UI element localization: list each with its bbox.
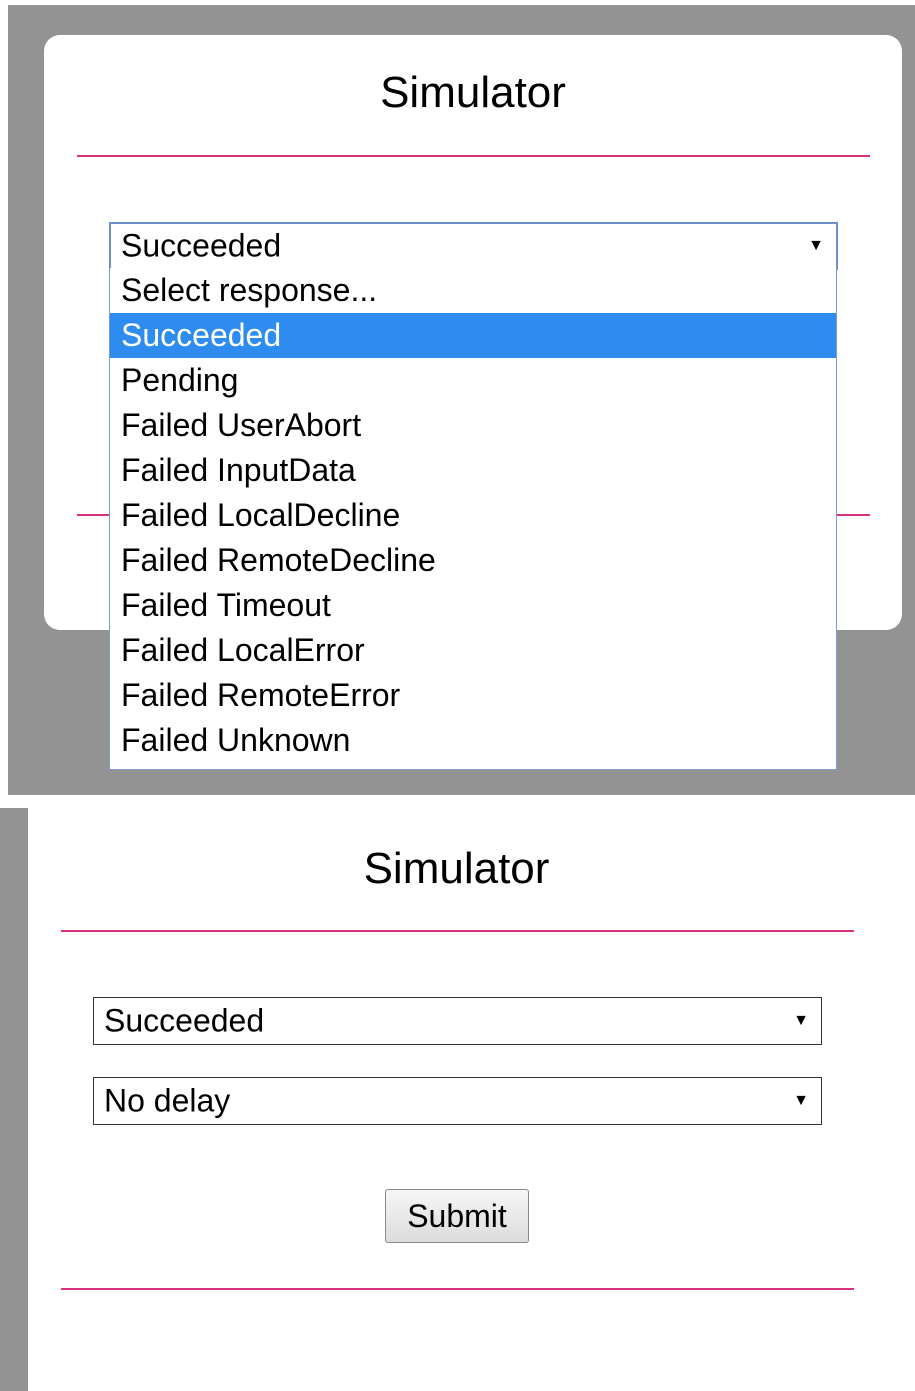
- dropdown-option[interactable]: Failed UserAbort: [110, 403, 836, 448]
- chevron-down-icon: ▼: [808, 237, 824, 254]
- dropdown-option[interactable]: Failed RemoteDecline: [110, 538, 836, 583]
- page-title: Simulator: [380, 68, 566, 117]
- chevron-down-icon: ▼: [793, 1012, 809, 1029]
- dropdown-option[interactable]: Failed Unknown: [110, 718, 836, 763]
- dropdown-option[interactable]: Pending: [110, 358, 836, 403]
- response-select-value: Succeeded: [121, 227, 282, 264]
- dropdown-option[interactable]: Select response...: [110, 268, 836, 313]
- screenshot-dropdown-open: Simulator Succeeded ▼ Select response...…: [0, 0, 915, 795]
- submit-button[interactable]: Submit: [385, 1189, 529, 1243]
- response-dropdown-list: Select response... Succeeded Pending Fai…: [109, 268, 837, 770]
- dropdown-option[interactable]: Failed RemoteError: [110, 673, 836, 718]
- dropdown-option[interactable]: Failed Timeout: [110, 583, 836, 628]
- screenshot-form: Simulator Succeeded ▼ No delay ▼ Submit: [0, 808, 915, 1391]
- page-backdrop: [0, 808, 28, 1391]
- dropdown-option[interactable]: Failed LocalDecline: [110, 493, 836, 538]
- chevron-down-icon: ▼: [793, 1092, 809, 1109]
- delay-select[interactable]: No delay ▼: [93, 1077, 822, 1125]
- dropdown-option[interactable]: Failed LocalError: [110, 628, 836, 673]
- page-title: Simulator: [363, 844, 550, 893]
- response-select[interactable]: Succeeded ▼: [93, 997, 822, 1045]
- response-select-value: Succeeded: [104, 1002, 265, 1039]
- top-divider: [61, 930, 854, 932]
- top-divider: [77, 155, 870, 157]
- delay-select-value: No delay: [104, 1082, 231, 1119]
- response-select[interactable]: Succeeded ▼: [109, 222, 838, 270]
- dropdown-option[interactable]: Failed InputData: [110, 448, 836, 493]
- dropdown-option-selected[interactable]: Succeeded: [110, 313, 836, 358]
- bottom-divider: [61, 1288, 854, 1290]
